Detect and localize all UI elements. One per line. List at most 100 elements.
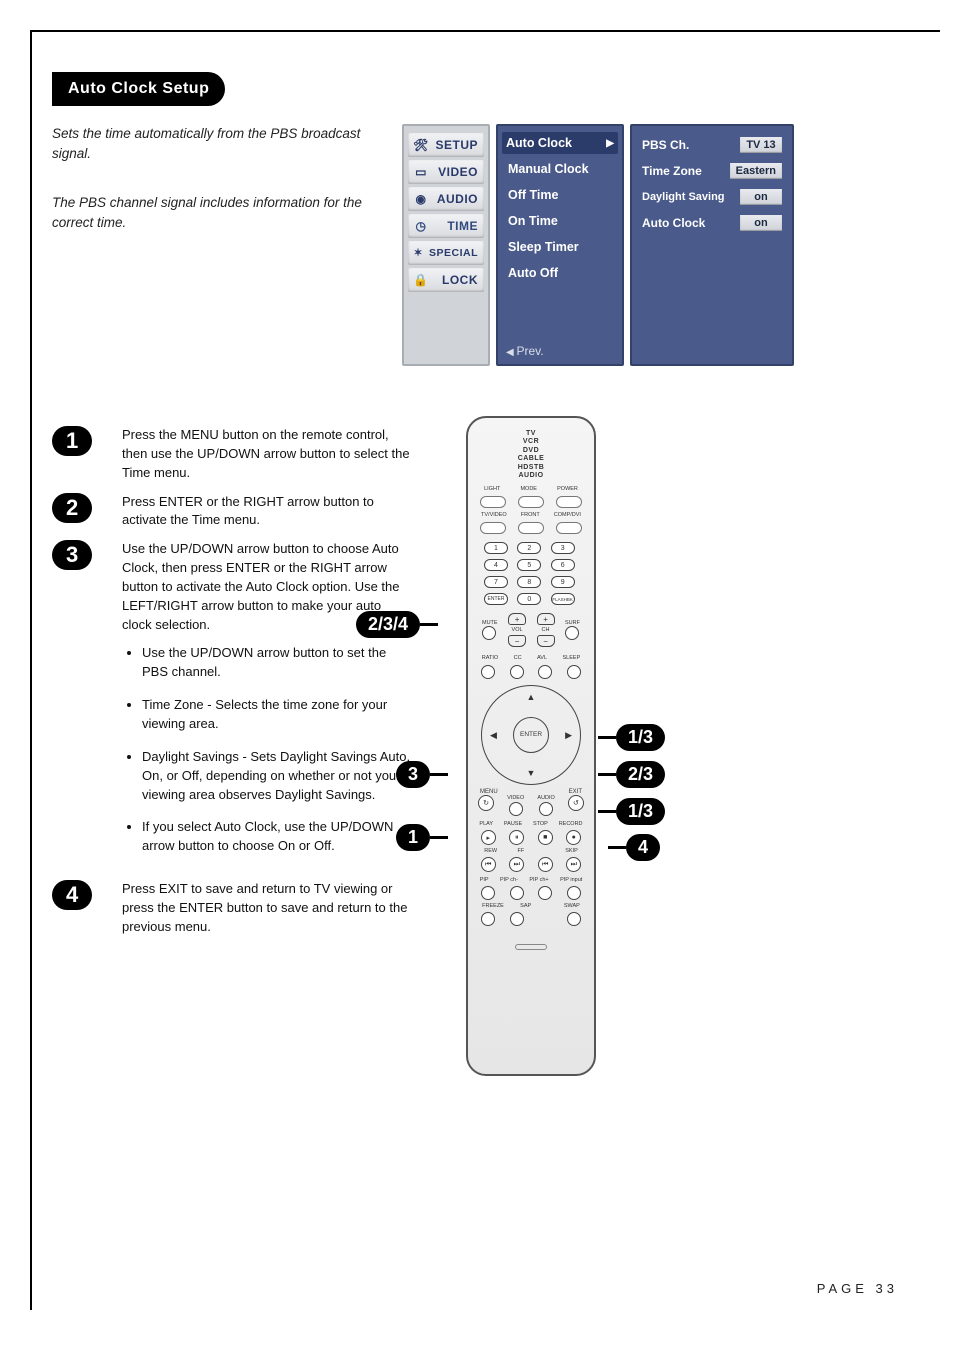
osd-main-menu: 🛠SETUP ▭VIDEO ◉AUDIO ◷TIME ✶SPECIAL 🔒LOC… — [402, 124, 490, 366]
step-badge-4: 4 — [52, 880, 92, 910]
pip-input — [567, 886, 581, 900]
arrow-left-icon: ◀ — [490, 730, 497, 741]
step-1: 1 Press the MENU button on the remote co… — [52, 426, 412, 483]
bullet-pbs: Use the UP/DOWN arrow button to set the … — [142, 644, 412, 682]
remote-vol-ch: MUTE +VOL− +CH− SURF — [474, 607, 588, 649]
swap-button — [567, 912, 581, 926]
ch-down: − — [537, 635, 555, 647]
ratio-button — [481, 665, 495, 679]
vol-up: + — [508, 613, 526, 625]
osd-time-submenu: Auto Clock▶ Manual Clock Off Time On Tim… — [496, 124, 624, 366]
callout-3-left: 3 — [396, 761, 430, 788]
wrench-icon: 🛠 — [414, 138, 428, 152]
num-9: 9 — [551, 576, 575, 588]
ch-up: + — [537, 613, 555, 625]
step-2: 2 Press ENTER or the RIGHT arrow button … — [52, 493, 412, 531]
clock-icon: ◷ — [414, 219, 428, 233]
exit-button: ↺ — [568, 795, 584, 811]
section-title: Auto Clock Setup — [52, 72, 225, 106]
arrow-right-icon: ▶ — [606, 138, 614, 149]
step-badge-2: 2 — [52, 493, 92, 523]
detail-auto-clock: Auto Clockon — [642, 210, 782, 236]
menu-button: ↻ — [478, 795, 494, 811]
menu-setup: 🛠SETUP — [408, 133, 484, 157]
num-8: 8 — [517, 576, 541, 588]
intro-p1: Sets the time automatically from the PBS… — [52, 124, 372, 165]
monitor-icon: ▭ — [414, 165, 428, 179]
osd-prev: Prev. — [506, 344, 614, 358]
video-button — [509, 802, 523, 816]
submenu-on-time: On Time — [506, 208, 614, 234]
front-button — [518, 522, 544, 534]
rew-button: ⏮ — [481, 857, 496, 872]
enter-small: ENTER — [484, 593, 508, 605]
step-3: 3 Use the UP/DOWN arrow button to choose… — [52, 540, 412, 870]
detail-daylight-saving: Daylight Savingon — [642, 184, 782, 210]
bullet-timezone: Time Zone - Selects the time zone for yo… — [142, 696, 412, 734]
remote-diagram: TV VCR DVD CABLE HDSTB AUDIO LIGHTMODEPO… — [466, 416, 596, 1076]
osd-auto-clock-detail: PBS Ch.TV 13 Time ZoneEastern Daylight S… — [630, 124, 794, 366]
remote-control: TV VCR DVD CABLE HDSTB AUDIO LIGHTMODEPO… — [466, 416, 596, 1076]
num-2: 2 — [517, 542, 541, 554]
remote-nav-ring: ▲ ▼ ◀ ▶ ENTER — [481, 685, 581, 785]
remote-input-labels: TV/VIDEOFRONTCOMP/DVI — [474, 512, 588, 518]
bullet-autoclock: If you select Auto Clock, use the UP/DOW… — [142, 818, 412, 856]
menu-video: ▭VIDEO — [408, 160, 484, 184]
audio-button — [539, 802, 553, 816]
submenu-auto-off: Auto Off — [506, 260, 614, 286]
lock-icon: 🔒 — [414, 273, 428, 287]
ff-button: ⏭ — [509, 857, 524, 872]
top-row: Sets the time automatically from the PBS… — [52, 124, 900, 366]
skip-back: ⏮ — [538, 857, 553, 872]
step-4-text: Press EXIT to save and return to TV view… — [122, 880, 412, 937]
pip-chup — [538, 886, 552, 900]
enter-button: ENTER — [513, 717, 549, 753]
speaker-icon: ◉ — [414, 192, 428, 206]
num-7: 7 — [484, 576, 508, 588]
steps-and-remote: 1 Press the MENU button on the remote co… — [52, 426, 900, 1076]
submenu-manual-clock: Manual Clock — [506, 156, 614, 182]
arrow-up-icon: ▲ — [527, 692, 536, 702]
num-1: 1 — [484, 542, 508, 554]
light-button — [480, 496, 506, 508]
num-5: 5 — [517, 559, 541, 571]
menu-special: ✶SPECIAL — [408, 241, 484, 265]
cc-button — [510, 665, 524, 679]
remote-top-labels: LIGHTMODEPOWER — [474, 486, 588, 492]
remote-slot — [515, 944, 547, 950]
effects-icon: ✶ — [414, 246, 423, 260]
manual-page: Auto Clock Setup Sets the time automatic… — [30, 30, 940, 1310]
flashbk: FLASHBK — [551, 593, 575, 605]
callout-23: 2/3 — [616, 761, 665, 788]
mode-button — [518, 496, 544, 508]
remote-modes: TV VCR DVD CABLE HDSTB AUDIO — [474, 430, 588, 480]
avl-button — [538, 665, 552, 679]
submenu-off-time: Off Time — [506, 182, 614, 208]
play-button: ▸ — [481, 830, 496, 845]
num-0: 0 — [517, 593, 541, 605]
freeze-button — [481, 912, 495, 926]
step-badge-3: 3 — [52, 540, 92, 570]
submenu-sleep-timer: Sleep Timer — [506, 234, 614, 260]
power-button — [556, 496, 582, 508]
stop-button: ■ — [538, 830, 553, 845]
surf-button — [565, 626, 579, 640]
pip-chdown — [510, 886, 524, 900]
arrow-right-nav-icon: ▶ — [565, 730, 572, 741]
num-4: 4 — [484, 559, 508, 571]
step-badge-1: 1 — [52, 426, 92, 456]
arrow-down-icon: ▼ — [527, 768, 536, 778]
skip-fwd: ⏭ — [566, 857, 581, 872]
menu-lock: 🔒LOCK — [408, 268, 484, 292]
step-3-bullets: Use the UP/DOWN arrow button to set the … — [142, 644, 412, 856]
tvvideo-button — [480, 522, 506, 534]
sap-button — [510, 912, 524, 926]
callout-4: 4 — [626, 834, 660, 861]
steps-list: 1 Press the MENU button on the remote co… — [52, 426, 412, 1076]
intro-text: Sets the time automatically from the PBS… — [52, 124, 372, 243]
bullet-dst: Daylight Savings - Sets Daylight Savings… — [142, 748, 412, 805]
callout-13b: 1/3 — [616, 798, 665, 825]
step-4: 4 Press EXIT to save and return to TV vi… — [52, 880, 412, 937]
compdvi-button — [556, 522, 582, 534]
pip-button — [481, 886, 495, 900]
